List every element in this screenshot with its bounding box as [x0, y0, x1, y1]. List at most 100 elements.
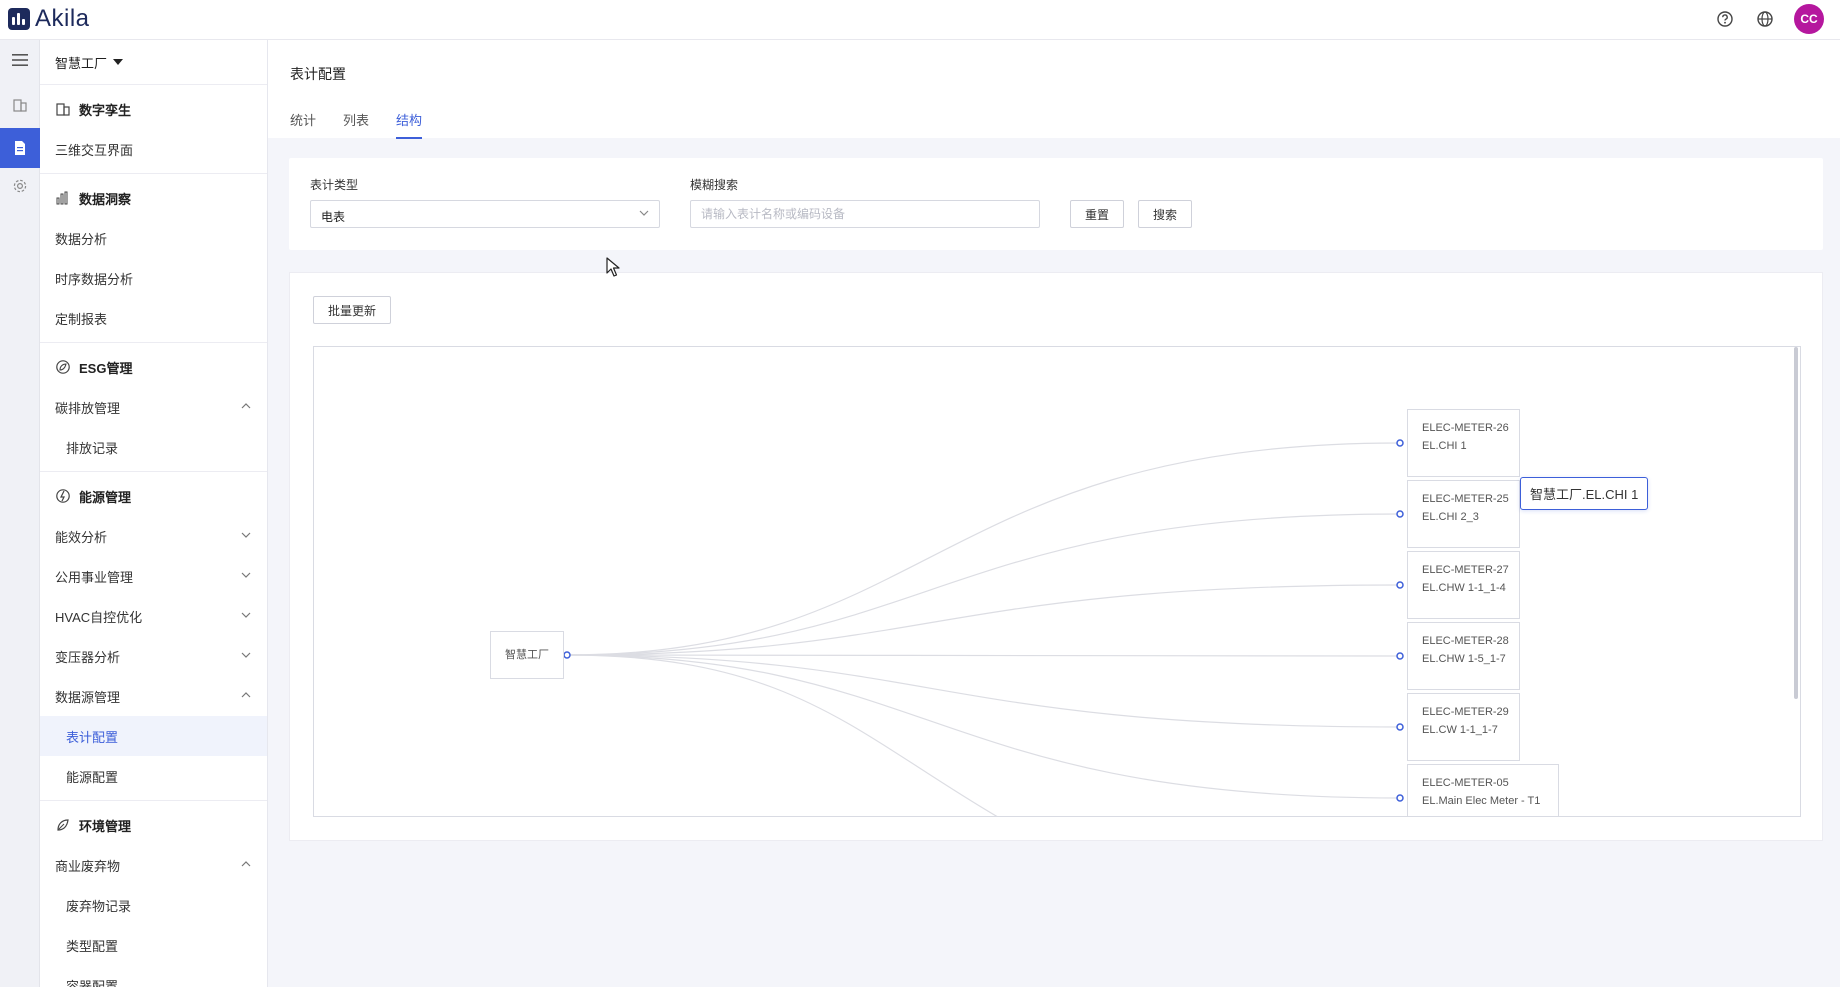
structure-card: 批量更新 智慧工厂 ELEC-METER-26 EL.CHI 1 ELEC-ME…	[289, 272, 1823, 841]
sidebar-item-hvac[interactable]: HVAC自控优化	[40, 596, 267, 636]
chevron-down-icon	[241, 532, 251, 538]
structure-tree-canvas[interactable]: 智慧工厂 ELEC-METER-26 EL.CHI 1 ELEC-METER-2…	[313, 346, 1801, 817]
globe-icon[interactable]	[1755, 9, 1775, 29]
org-selector[interactable]: 智慧工厂	[40, 40, 267, 85]
nav-group-digital-twin: 数字孪生 三维交互界面	[40, 85, 267, 174]
help-icon[interactable]	[1715, 9, 1735, 29]
tree-node[interactable]: ELEC-METER-05 EL.Main Elec Meter - T1	[1407, 764, 1559, 816]
sidebar-item-label: 时序数据分析	[55, 271, 134, 287]
energy-icon	[56, 489, 70, 503]
globe-leaf-icon	[56, 360, 70, 374]
nav-group-data-insight: 数据洞察 数据分析 时序数据分析 定制报表	[40, 174, 267, 343]
nav-head-energy[interactable]: 能源管理	[40, 476, 267, 516]
nav-head-esg[interactable]: ESG管理	[40, 347, 267, 387]
tree-node-label: 智慧工厂	[505, 649, 549, 661]
tree-node[interactable]: ELEC-METER-29 EL.CW 1-1_1-7	[1407, 693, 1520, 761]
sidebar-item-container-config[interactable]: 容器配置	[40, 965, 267, 987]
menu-toggle-icon[interactable]	[0, 40, 40, 80]
sidebar-item-datasource[interactable]: 数据源管理	[40, 676, 267, 716]
chevron-down-icon	[241, 572, 251, 578]
sidebar-item-label: HVAC自控优化	[55, 609, 143, 625]
canvas-scrollbar[interactable]	[1794, 347, 1798, 699]
chevron-up-icon	[241, 861, 251, 867]
tree-node-code: ELEC-METER-29	[1422, 706, 1509, 718]
sidebar-item-type-config[interactable]: 类型配置	[40, 925, 267, 965]
sidebar-item-waste[interactable]: 商业废弃物	[40, 845, 267, 885]
sidebar-item-label: 能效分析	[55, 529, 108, 545]
node-tooltip: 智慧工厂.EL.CHI 1	[1520, 477, 1649, 510]
sidebar-item-meter-config[interactable]: 表计配置	[40, 716, 267, 756]
sidebar-item-carbon[interactable]: 碳排放管理	[40, 387, 267, 427]
tab-statistics[interactable]: 统计	[290, 110, 316, 139]
sidebar-item-timeseries[interactable]: 时序数据分析	[40, 258, 267, 298]
tree-links	[563, 439, 1404, 816]
page-header: 表计配置 统计 列表 结构	[268, 40, 1840, 139]
tree-node[interactable]: ELEC-METER-25 EL.CHI 2_3	[1407, 480, 1520, 548]
sidebar-item-label: 排放记录	[66, 440, 119, 456]
nav-head-data-insight[interactable]: 数据洞察	[40, 178, 267, 218]
search-button[interactable]: 搜索	[1138, 200, 1192, 228]
search-input[interactable]	[690, 200, 1040, 228]
sidebar-item-efficiency[interactable]: 能效分析	[40, 516, 267, 556]
sidebar-item-label: 公用事业管理	[55, 569, 134, 585]
tree-node[interactable]: ELEC-METER-27 EL.CHW 1-1_1-4	[1407, 551, 1520, 619]
building-icon[interactable]	[0, 85, 40, 125]
sidebar-item-custom-report[interactable]: 定制报表	[40, 298, 267, 338]
tree-node-code: ELEC-METER-26	[1422, 422, 1509, 434]
nav-head-label: 数字孪生	[79, 102, 132, 118]
sidebar-item-energy-config[interactable]: 能源配置	[40, 756, 267, 796]
tree-root-node[interactable]: 智慧工厂	[490, 631, 564, 679]
sidebar-item-data-analysis[interactable]: 数据分析	[40, 218, 267, 258]
sidebar-item-label: 定制报表	[55, 311, 108, 327]
leaf-icon	[57, 819, 69, 831]
nav-head-label: 能源管理	[79, 489, 132, 505]
meter-type-select[interactable]: 电表	[310, 200, 660, 228]
sidebar-item-label: 商业废弃物	[55, 858, 121, 874]
document-icon[interactable]	[0, 128, 40, 168]
bar-chart-icon	[56, 191, 68, 205]
sidebar-item-label: 容器配置	[66, 978, 119, 987]
tab-bar: 统计 列表 结构	[290, 110, 449, 139]
sidebar-item-emission-record[interactable]: 排放记录	[40, 427, 267, 467]
app-logo[interactable]: Akila	[8, 6, 90, 32]
tree-node[interactable]: ELEC-METER-28 EL.CHW 1-5_1-7	[1407, 622, 1520, 690]
tab-structure[interactable]: 结构	[396, 110, 423, 139]
sidebar-item-waste-record[interactable]: 废弃物记录	[40, 885, 267, 925]
nav-head-digital-twin[interactable]: 数字孪生	[40, 89, 267, 129]
nav-head-label: 数据洞察	[79, 191, 132, 207]
building-icon	[56, 103, 70, 116]
nav-head-label: 环境管理	[79, 818, 132, 834]
tree-node-code: ELEC-METER-27	[1422, 564, 1509, 576]
tree-node-code: ELEC-METER-05	[1422, 777, 1509, 789]
reset-button[interactable]: 重置	[1070, 200, 1124, 228]
nav-head-label: ESG管理	[79, 360, 133, 376]
tree-node-name: EL.CHI 2_3	[1422, 511, 1479, 523]
nav-head-environment[interactable]: 环境管理	[40, 805, 267, 845]
chevron-down-icon	[241, 612, 251, 618]
mouse-cursor-icon	[606, 257, 620, 277]
meter-type-label: 表计类型	[310, 178, 359, 192]
sidebar-item-label: 数据源管理	[55, 689, 121, 705]
top-bar: Akila CC	[0, 0, 1840, 40]
sidebar-item-label: 废弃物记录	[66, 898, 132, 914]
gear-icon[interactable]	[0, 166, 40, 206]
sidebar-item-3d-ui[interactable]: 三维交互界面	[40, 129, 267, 169]
logo-icon	[8, 8, 30, 30]
tree-node-name: EL.CHI 1	[1422, 440, 1467, 452]
nav-group-environment: 环境管理 商业废弃物 废弃物记录 类型配置 容器配置	[40, 801, 267, 987]
tree-node[interactable]: ELEC-METER-26 EL.CHI 1	[1407, 409, 1520, 477]
tree-node-name: EL.Main Elec Meter - T1	[1422, 795, 1541, 807]
sidebar-item-label: 三维交互界面	[55, 142, 134, 158]
sidebar-item-transformer[interactable]: 变压器分析	[40, 636, 267, 676]
batch-update-button[interactable]: 批量更新	[313, 296, 391, 324]
tree-node-code: ELEC-METER-25	[1422, 493, 1509, 505]
tree-node-name: EL.CW 1-1_1-7	[1422, 724, 1498, 736]
org-name: 智慧工厂	[55, 55, 108, 71]
user-avatar[interactable]: CC	[1794, 4, 1824, 34]
search-label: 模糊搜索	[690, 178, 739, 192]
sidebar-item-label: 能源配置	[66, 769, 119, 785]
tab-list[interactable]: 列表	[343, 110, 369, 139]
meter-type-value: 电表	[321, 210, 346, 224]
nav-group-esg: ESG管理 碳排放管理 排放记录	[40, 343, 267, 472]
sidebar-item-utilities[interactable]: 公用事业管理	[40, 556, 267, 596]
